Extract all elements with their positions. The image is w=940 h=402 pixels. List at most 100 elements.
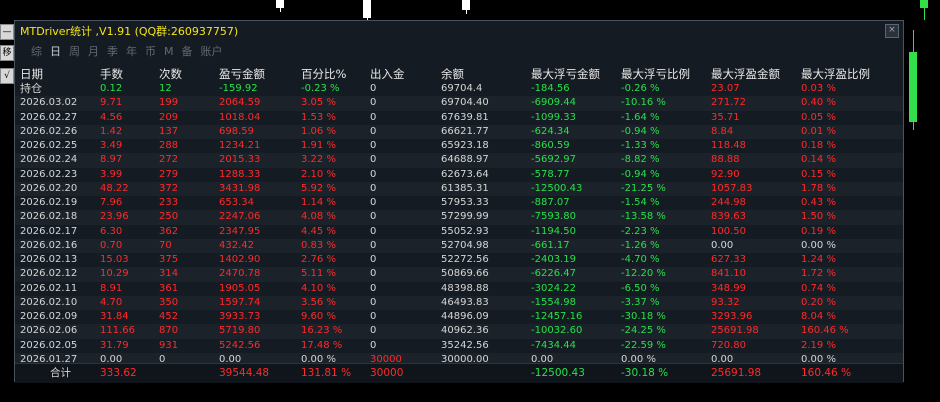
table-cell: 3.49 [100, 140, 123, 151]
tab-bar: 综日周月季年币 M 备账户 [15, 41, 903, 61]
holding-cell: 12 [159, 83, 172, 94]
table-cell: 0.18 % [801, 140, 836, 151]
table-cell: 0 [370, 311, 377, 322]
candle [909, 52, 917, 122]
tab-8[interactable]: 备 [182, 43, 193, 59]
table-row[interactable]: 2026.02.20 48.22 372 3431.98 5.92 % 0 61385.31… [15, 181, 903, 196]
tab-9[interactable]: 账户 [201, 43, 223, 59]
table-row[interactable]: 2026.02.09 31.84 452 3933.73 9.60 % 0 44896.09… [15, 310, 903, 324]
table-cell: 2026.02.09 [20, 311, 78, 322]
table-cell: -0.94 % [621, 125, 660, 137]
table-cell: 0 [370, 282, 377, 294]
table-cell: 2026.02.06 [20, 325, 78, 337]
table-cell: -6909.44 [531, 97, 576, 109]
minimize-button[interactable]: — [0, 24, 14, 40]
tab-3[interactable]: 月 [88, 43, 99, 59]
stats-table: 日期 手数 次数 盈亏金额 百分比% 出入金 余额 最大浮亏金额 最大浮亏比例 最大浮盈金额 最大浮… [15, 67, 903, 367]
table-cell: 272 [159, 154, 179, 166]
table-row[interactable]: 2026.02.10 4.70 350 1597.74 3.56 % 0 46493.83 -… [15, 295, 903, 310]
table-header: 日期 手数 次数 盈亏金额 百分比% 出入金 余额 最大浮亏金额 最大浮亏比例 最大浮盈金额 最大浮… [15, 67, 903, 82]
table-cell: 31.79 [100, 339, 129, 351]
table-cell: 2064.59 [219, 97, 261, 109]
tab-6[interactable]: 币 [145, 43, 156, 59]
table-cell: 23.96 [100, 211, 129, 223]
table-cell: -7434.44 [531, 339, 576, 351]
table-row[interactable]: 2026.02.27 4.56 209 1018.04 1.53 % 0 67639.81 -… [15, 111, 903, 125]
table-cell: 432.42 [219, 239, 254, 251]
tab-1[interactable]: 日 [50, 43, 61, 59]
table-cell: 0 [370, 97, 377, 109]
candle [462, 0, 470, 10]
total-cell: 333.62 [100, 367, 137, 379]
candle [276, 0, 284, 8]
table-row[interactable]: 2026.02.06 111.66 870 5719.80 16.23 % 0 40962.… [15, 324, 903, 339]
table-row[interactable]: 2026.02.18 23.96 250 2247.06 4.08 % 0 57299.99… [15, 210, 903, 225]
table-cell: 3933.73 [219, 311, 261, 322]
table-cell: 653.34 [219, 197, 254, 208]
table-cell: 48398.88 [441, 282, 489, 294]
table-row[interactable]: 2026.03.02 9.71 199 2064.59 3.05 % 0 69704.40 -… [15, 96, 903, 111]
holding-cell: 23.07 [711, 83, 740, 94]
table-cell: 5242.56 [219, 339, 261, 351]
table-cell: 1288.33 [219, 168, 261, 180]
table-cell: 361 [159, 282, 179, 294]
table-row[interactable]: 2026.02.24 8.97 272 2015.33 3.22 % 0 64688.97 -… [15, 153, 903, 168]
table-row[interactable]: 2026.02.13 15.03 375 1402.90 2.76 % 0 52272.56… [15, 253, 903, 267]
table-cell: 66621.77 [441, 125, 489, 137]
holding-cell: 0.12 [100, 83, 123, 94]
table-row[interactable]: 2026.02.26 1.42 137 698.59 1.06 % 0 66621.77 -6… [15, 124, 903, 139]
table-row[interactable]: 2026.02.12 10.29 314 2470.78 5.11 % 0 50869.66… [15, 267, 903, 282]
tab-4[interactable]: 季 [107, 43, 118, 59]
tab-5[interactable]: 年 [126, 43, 137, 59]
total-cell: 39544.48 [219, 367, 270, 379]
total-cell: 合计 [50, 367, 71, 379]
table-row[interactable]: 2026.02.25 3.49 288 1234.21 1.91 % 0 65923.18 -… [15, 139, 903, 153]
holding-row[interactable]: 持仓 0.12 12 -159.92 -0.23 % 0 69704.4 -184.56 -0.… [15, 82, 903, 96]
confirm-button[interactable]: √ [0, 68, 14, 84]
table-cell: 3.99 [100, 168, 123, 180]
table-row[interactable]: 2026.02.19 7.96 233 653.34 1.14 % 0 57953.33 -8… [15, 196, 903, 210]
table-cell: -8.82 % [621, 154, 660, 166]
table-cell: 2026.02.27 [20, 111, 78, 123]
table-cell: 1402.90 [219, 254, 261, 265]
table-cell: 233 [159, 197, 179, 208]
table-cell: 244.98 [711, 197, 746, 208]
totals-row: 合计 333.62 39544.48 131.81 % 30000 -12500.43 -3… [15, 364, 903, 383]
title-bar[interactable]: MTDriver统计 ,V1.91 (QQ群:260937757) × [15, 21, 903, 41]
header-cell: 百分比% [301, 67, 347, 81]
header-cell: 手数 [100, 67, 123, 81]
table-cell: 2026.02.25 [20, 140, 78, 151]
table-cell: 627.33 [711, 254, 746, 265]
header-cell: 余额 [441, 67, 464, 81]
table-cell: 5.92 % [301, 182, 336, 194]
tab-7[interactable]: M [164, 45, 174, 58]
holding-cell: -0.23 % [301, 83, 340, 94]
table-cell: 931 [159, 339, 179, 351]
table-cell: 15.03 [100, 254, 129, 265]
move-button[interactable]: 移 [0, 45, 14, 61]
table-row[interactable]: 2026.02.23 3.99 279 1288.33 2.10 % 0 62673.64 -… [15, 168, 903, 182]
table-cell: 8.91 [100, 282, 123, 294]
table-row[interactable]: 2026.02.16 0.70 70 432.42 0.83 % 0 52704.98 -66… [15, 238, 903, 253]
table-row[interactable]: 2026.02.05 31.79 931 5242.56 17.48 % 0 35242.5… [15, 339, 903, 353]
tab-2[interactable]: 周 [69, 43, 80, 59]
table-cell: 839.63 [711, 211, 746, 223]
table-cell: 209 [159, 111, 179, 123]
table-cell: 8.84 [711, 125, 734, 137]
table-row[interactable]: 2026.02.17 6.30 362 2347.95 4.45 % 0 55052.93 -… [15, 225, 903, 239]
table-cell: -1099.33 [531, 111, 576, 123]
table-row[interactable]: 2026.02.11 8.91 361 1905.05 4.10 % 0 48398.88 -… [15, 282, 903, 296]
table-cell: 2026.02.10 [20, 296, 78, 308]
table-cell: 1905.05 [219, 282, 261, 294]
table-cell: 137 [159, 125, 179, 137]
close-button[interactable]: × [885, 24, 899, 38]
table-cell: 4.45 % [301, 225, 336, 237]
table-cell: -30.18 % [621, 311, 666, 322]
table-cell: 0 [370, 168, 377, 180]
holding-cell: -184.56 [531, 83, 570, 94]
table-cell: 0.14 % [801, 154, 836, 166]
tab-0[interactable]: 综 [31, 43, 42, 59]
table-cell: -13.58 % [621, 211, 666, 223]
table-cell: -10.16 % [621, 97, 666, 109]
table-cell: 362 [159, 225, 179, 237]
